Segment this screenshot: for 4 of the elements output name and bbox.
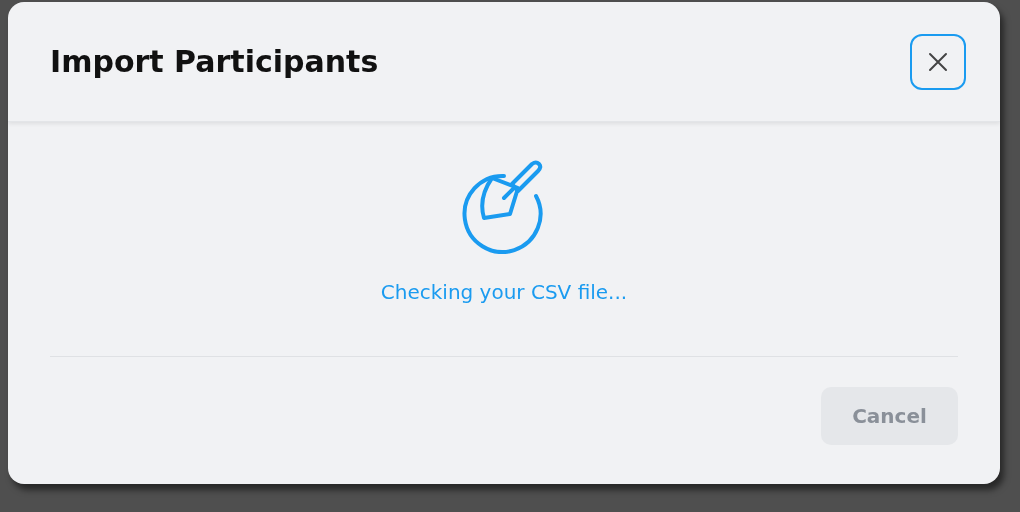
close-button[interactable] [910, 33, 966, 90]
close-icon [928, 51, 948, 72]
dialog-title: Import Participants [50, 44, 379, 79]
status-message: Checking your CSV file... [380, 280, 628, 304]
